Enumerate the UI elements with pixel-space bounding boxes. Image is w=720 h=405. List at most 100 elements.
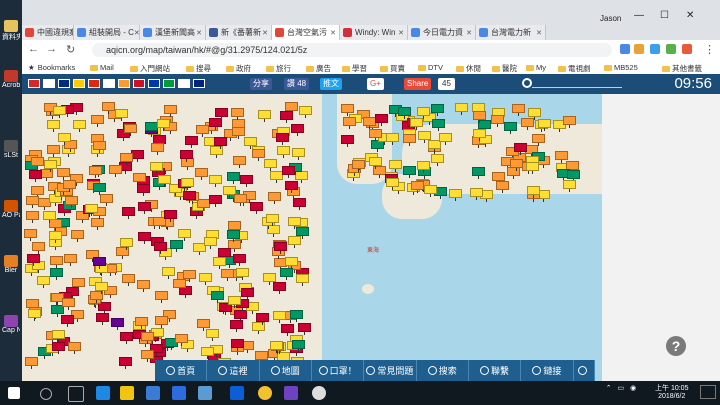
aqi-station-marker[interactable] <box>184 136 198 149</box>
nav-contact[interactable]: 聯繫 <box>469 360 522 381</box>
tab[interactable]: 今日電力資 ✕ <box>408 25 476 40</box>
aqi-station-marker[interactable] <box>151 142 165 155</box>
aqi-station-marker[interactable] <box>289 310 303 323</box>
tray-icons[interactable]: ⌃ ▭ ◉ <box>602 385 642 393</box>
aqi-station-marker[interactable] <box>25 357 39 370</box>
close-icon[interactable]: ✕ <box>196 29 202 37</box>
nav-mask[interactable]: 口罩！ <box>312 360 365 381</box>
aqi-station-marker[interactable] <box>386 177 400 190</box>
aqi-station-marker[interactable] <box>51 330 65 343</box>
aqi-station-marker[interactable] <box>473 128 487 141</box>
desktop-icon-folder[interactable]: 資料夾 <box>2 20 20 42</box>
aqi-station-marker[interactable] <box>120 153 134 166</box>
aqi-station-marker[interactable] <box>67 342 81 355</box>
close-icon[interactable]: ✕ <box>330 29 336 37</box>
maximize-icon[interactable]: ☐ <box>660 10 669 21</box>
aqi-station-marker[interactable] <box>64 196 78 209</box>
aqi-station-marker[interactable] <box>430 154 444 167</box>
aqi-station-marker[interactable] <box>52 106 66 119</box>
aqi-station-marker[interactable] <box>521 117 535 130</box>
aqi-station-marker[interactable] <box>280 110 294 123</box>
aqi-station-marker[interactable] <box>297 323 311 336</box>
aqi-station-marker[interactable] <box>133 172 147 185</box>
aqi-station-marker[interactable] <box>294 171 308 184</box>
aqi-station-marker[interactable] <box>95 282 109 295</box>
aqi-station-marker[interactable] <box>150 162 164 175</box>
aqi-station-marker[interactable] <box>64 253 78 266</box>
aqi-station-marker[interactable] <box>273 242 287 255</box>
aqi-station-marker[interactable] <box>527 185 541 198</box>
profile-name[interactable]: Jason <box>600 14 621 23</box>
aqi-station-marker[interactable] <box>180 178 194 191</box>
aqi-station-marker[interactable] <box>108 165 122 178</box>
desktop-icon-aomei[interactable]: AO Parti <box>2 200 20 219</box>
aqi-station-marker[interactable] <box>369 128 383 141</box>
language-flag-icon[interactable] <box>148 79 160 88</box>
aqi-station-marker[interactable] <box>492 171 506 184</box>
aqi-station-marker[interactable] <box>295 226 309 239</box>
search-input[interactable] <box>532 87 622 88</box>
aqi-station-marker[interactable] <box>506 166 520 179</box>
aqi-station-marker[interactable] <box>50 255 64 268</box>
aqi-station-marker[interactable] <box>439 133 453 146</box>
language-flag-icon[interactable] <box>118 79 130 88</box>
aqi-station-marker[interactable] <box>56 168 70 181</box>
bookmark-star[interactable]: ★ Bookmarks <box>28 63 75 72</box>
store-icon[interactable] <box>146 386 160 400</box>
aqi-station-marker[interactable] <box>91 115 105 128</box>
aqi-station-marker[interactable] <box>240 288 254 301</box>
aqi-station-marker[interactable] <box>62 298 76 311</box>
bookmark-folder[interactable]: 政府 <box>226 63 251 74</box>
tab-active[interactable]: 台灣空氣污 ✕ <box>272 25 340 40</box>
aqi-station-marker[interactable] <box>240 174 254 187</box>
language-flag-icon[interactable] <box>133 79 145 88</box>
aqi-station-marker[interactable] <box>114 109 128 122</box>
aqi-station-marker[interactable] <box>285 181 299 194</box>
help-button[interactable]: ? <box>666 336 686 356</box>
mail-icon[interactable] <box>172 386 186 400</box>
aqi-station-marker[interactable] <box>183 269 197 282</box>
url-input[interactable]: aqicn.org/map/taiwan/hk/#@g/31.2975/124.… <box>92 43 612 57</box>
tweet-button[interactable]: 推文 <box>320 78 342 90</box>
aqi-station-marker[interactable] <box>255 350 269 363</box>
aqi-station-marker[interactable] <box>93 256 107 269</box>
aqi-station-marker[interactable] <box>49 231 63 244</box>
aqi-station-marker[interactable] <box>265 214 279 227</box>
aqi-station-marker[interactable] <box>72 120 86 133</box>
aqi-station-marker[interactable] <box>291 123 305 136</box>
aqi-station-marker[interactable] <box>388 160 402 173</box>
extension-icon[interactable] <box>666 44 676 54</box>
aqi-station-marker[interactable] <box>227 221 241 234</box>
aqi-station-marker[interactable] <box>228 295 242 308</box>
aqi-station-marker[interactable] <box>92 140 106 153</box>
aqi-station-marker[interactable] <box>72 277 86 290</box>
aqi-station-marker[interactable] <box>231 127 245 139</box>
aqi-station-marker[interactable] <box>99 194 113 207</box>
extension-icon[interactable] <box>682 44 692 54</box>
bookmark-folder[interactable]: 學習 <box>342 63 367 74</box>
aqi-station-marker[interactable] <box>173 278 187 291</box>
bookmark-folder[interactable]: MB525 <box>604 63 638 72</box>
aqi-station-marker[interactable] <box>230 319 244 332</box>
aqi-station-marker[interactable] <box>252 322 266 335</box>
aqi-station-marker[interactable] <box>210 290 224 303</box>
aqi-station-marker[interactable] <box>179 286 193 299</box>
aqi-station-marker[interactable] <box>525 162 539 175</box>
bookmark-star-icon[interactable] <box>634 44 644 54</box>
aqi-station-marker[interactable] <box>537 118 551 131</box>
aqi-station-marker[interactable] <box>298 105 312 118</box>
close-window-icon[interactable]: ✕ <box>686 10 694 21</box>
bookmark-folder-other[interactable]: 其他書籤 <box>662 63 702 74</box>
aqi-station-marker[interactable] <box>137 279 151 292</box>
aqi-station-marker[interactable] <box>161 267 175 280</box>
aqi-station-marker[interactable] <box>156 119 170 132</box>
aqi-station-marker[interactable] <box>50 268 64 281</box>
aqi-station-marker[interactable] <box>233 193 247 206</box>
desktop-icon-blender[interactable]: Bler <box>2 255 20 274</box>
aqi-station-marker[interactable] <box>270 341 284 354</box>
aqi-station-marker[interactable] <box>275 132 289 145</box>
aqi-station-marker[interactable] <box>164 209 178 222</box>
aqi-station-marker[interactable] <box>511 104 525 117</box>
app-icon[interactable] <box>284 386 298 400</box>
tab[interactable]: Windy: Win ✕ <box>340 25 408 40</box>
